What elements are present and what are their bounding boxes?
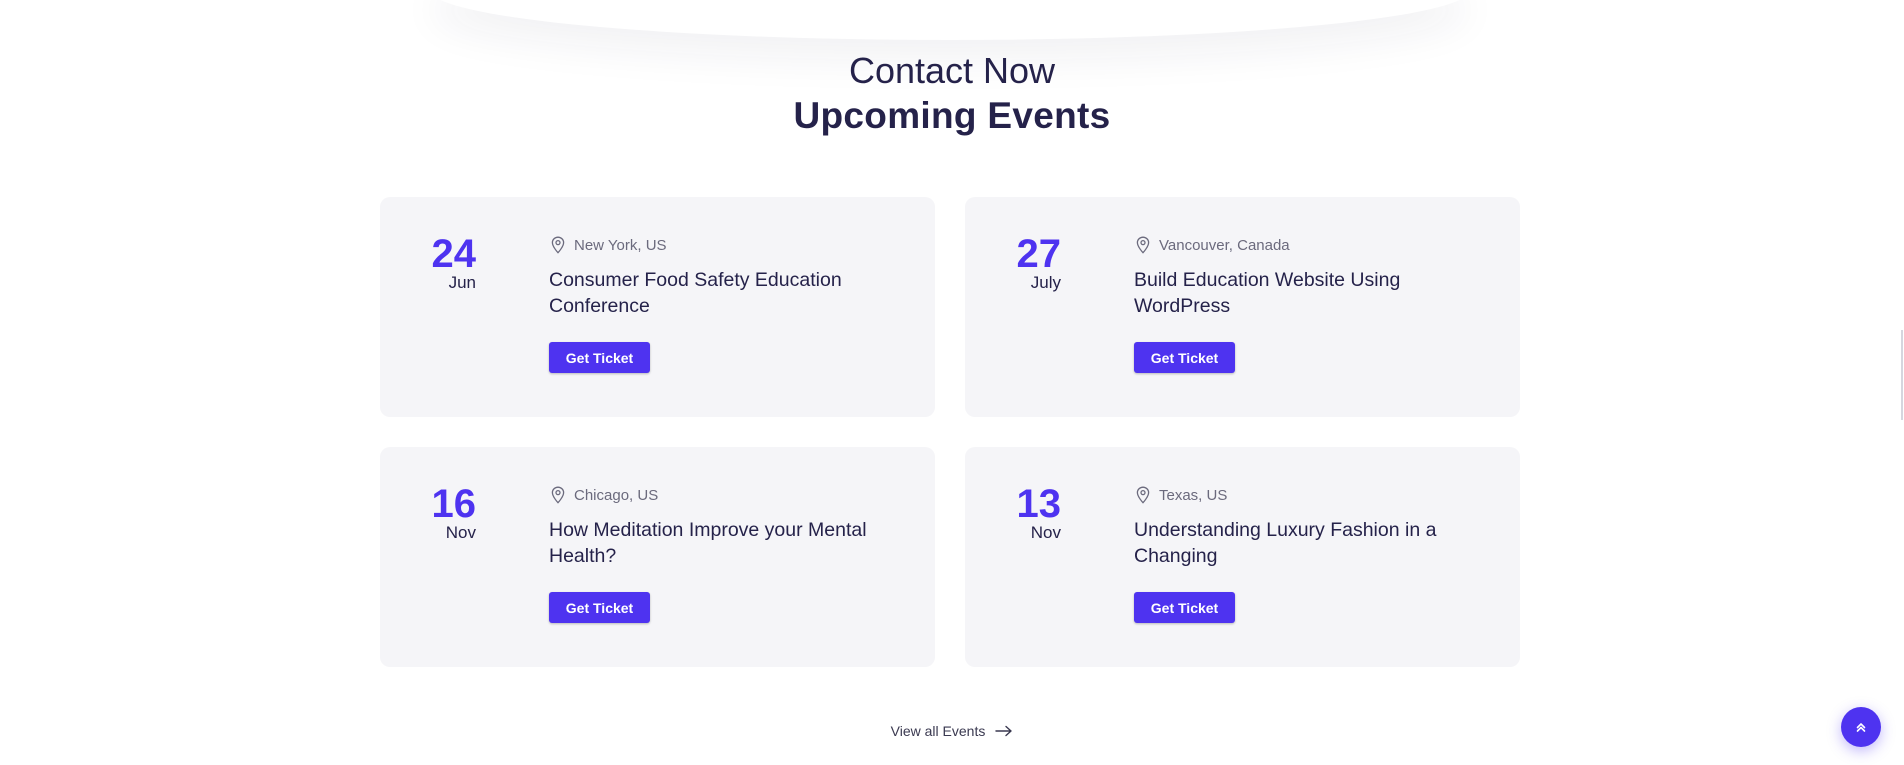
event-location: Texas, US bbox=[1135, 485, 1227, 505]
get-ticket-button[interactable]: Get Ticket bbox=[1134, 342, 1235, 373]
event-location-label: New York, US bbox=[574, 236, 667, 254]
event-day: 13 bbox=[1016, 482, 1062, 526]
event-title[interactable]: Understanding Luxury Fashion in a Changi… bbox=[1134, 517, 1494, 569]
event-month: Nov bbox=[1030, 523, 1061, 542]
event-card: 16 Nov Chicago, US How Meditation Improv… bbox=[380, 447, 935, 667]
event-location-label: Chicago, US bbox=[574, 486, 659, 504]
event-card: 27 July Vancouver, Canada Build Educatio… bbox=[965, 197, 1520, 417]
event-card: 24 Jun New York, US Consumer Food Safety… bbox=[380, 197, 935, 417]
map-pin-icon bbox=[1136, 486, 1150, 504]
event-day: 24 bbox=[431, 232, 477, 276]
map-pin-icon bbox=[551, 236, 565, 254]
view-all-events-link[interactable]: View all Events bbox=[0, 723, 1904, 739]
event-location: New York, US bbox=[550, 235, 667, 255]
section-subtitle: Contact Now bbox=[848, 50, 1056, 91]
scroll-to-top-button[interactable] bbox=[1841, 707, 1881, 747]
event-month: Nov bbox=[445, 523, 476, 542]
page: Contact Now Upcoming Events 24 Jun New Y… bbox=[0, 0, 1904, 765]
event-month: July bbox=[1030, 273, 1061, 292]
double-chevron-up-icon bbox=[1856, 723, 1866, 732]
event-location: Vancouver, Canada bbox=[1135, 235, 1290, 255]
section-title: Upcoming Events bbox=[793, 95, 1111, 136]
event-title[interactable]: How Meditation Improve your Mental Healt… bbox=[549, 517, 909, 569]
event-title[interactable]: Consumer Food Safety Education Conferenc… bbox=[549, 267, 909, 319]
event-location-label: Texas, US bbox=[1159, 486, 1228, 504]
event-location-label: Vancouver, Canada bbox=[1159, 236, 1290, 254]
scrollbar-edge bbox=[1901, 330, 1903, 420]
event-location: Chicago, US bbox=[550, 485, 658, 505]
get-ticket-button[interactable]: Get Ticket bbox=[1134, 592, 1235, 623]
event-card: 13 Nov Texas, US Understanding Luxury Fa… bbox=[965, 447, 1520, 667]
arrow-right-icon bbox=[995, 725, 1013, 737]
event-title[interactable]: Build Education Website Using WordPress bbox=[1134, 267, 1494, 319]
event-month: Jun bbox=[448, 273, 476, 292]
section-heading: Contact Now Upcoming Events bbox=[0, 48, 1904, 138]
get-ticket-button[interactable]: Get Ticket bbox=[549, 342, 650, 373]
map-pin-icon bbox=[1136, 236, 1150, 254]
event-day: 27 bbox=[1016, 232, 1062, 276]
event-day: 16 bbox=[431, 482, 477, 526]
view-all-events-label: View all Events bbox=[890, 723, 986, 739]
header-shadow bbox=[430, 0, 1470, 40]
get-ticket-button[interactable]: Get Ticket bbox=[549, 592, 650, 623]
map-pin-icon bbox=[551, 486, 565, 504]
